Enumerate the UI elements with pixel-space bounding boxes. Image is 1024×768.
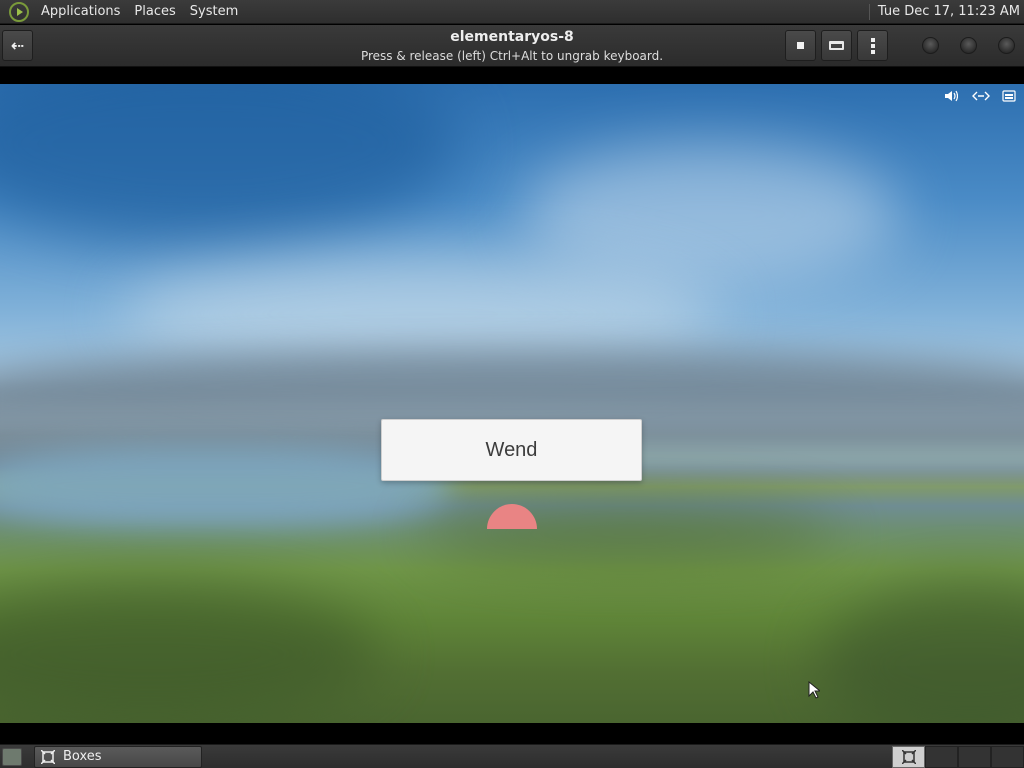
grass-shade xyxy=(0,584,380,723)
workspace-3[interactable] xyxy=(958,746,991,768)
workspace-1[interactable] xyxy=(892,746,925,768)
display-bottom-border xyxy=(0,723,1024,744)
vm-display[interactable]: Wend xyxy=(0,84,1024,723)
maximize-button[interactable] xyxy=(960,37,977,54)
display-top-border xyxy=(0,68,1024,84)
sky-shade xyxy=(0,84,460,244)
lake-far xyxy=(620,446,1024,470)
grass-shade xyxy=(820,584,1024,723)
mountains xyxy=(0,349,1024,419)
menu-button[interactable] xyxy=(857,30,888,61)
login-user-card[interactable]: Wend xyxy=(381,419,642,481)
taskbar-item-label: Boxes xyxy=(63,749,102,764)
grass-shade xyxy=(420,504,840,564)
show-desktop-icon[interactable] xyxy=(2,748,22,766)
network-icon[interactable] xyxy=(972,90,990,105)
login-username: Wend xyxy=(485,438,538,461)
minimize-button[interactable] xyxy=(922,37,939,54)
keyboard-icon xyxy=(829,41,844,50)
menu-system[interactable]: System xyxy=(183,0,245,24)
stop-button[interactable] xyxy=(785,30,816,61)
stop-icon xyxy=(797,42,804,49)
taskbar: Boxes xyxy=(0,744,1024,768)
boxes-workspace-icon xyxy=(901,750,916,764)
header-bar: ⇠ elementaryos-8 Press & release (left) … xyxy=(0,25,1024,67)
top-panel: Applications Places System Tue Dec 17, 1… xyxy=(0,0,1024,24)
menu-dots-icon xyxy=(870,37,875,54)
keyboard-layout-icon[interactable] xyxy=(1002,90,1016,105)
taskbar-item-boxes[interactable]: Boxes xyxy=(34,746,202,768)
clock[interactable]: Tue Dec 17, 11:23 AM xyxy=(878,4,1024,19)
workspace-4[interactable] xyxy=(991,746,1024,768)
boxes-app-icon xyxy=(41,750,55,764)
panel-separator xyxy=(868,3,870,20)
volume-icon[interactable] xyxy=(944,90,959,105)
menu-places[interactable]: Places xyxy=(127,0,182,24)
mouse-cursor-icon xyxy=(808,681,820,699)
workspace-2[interactable] xyxy=(925,746,958,768)
menu-applications[interactable]: Applications xyxy=(34,0,127,24)
close-button[interactable] xyxy=(998,37,1015,54)
applications-logo-icon[interactable] xyxy=(9,1,29,22)
keyboard-button[interactable] xyxy=(821,30,852,61)
